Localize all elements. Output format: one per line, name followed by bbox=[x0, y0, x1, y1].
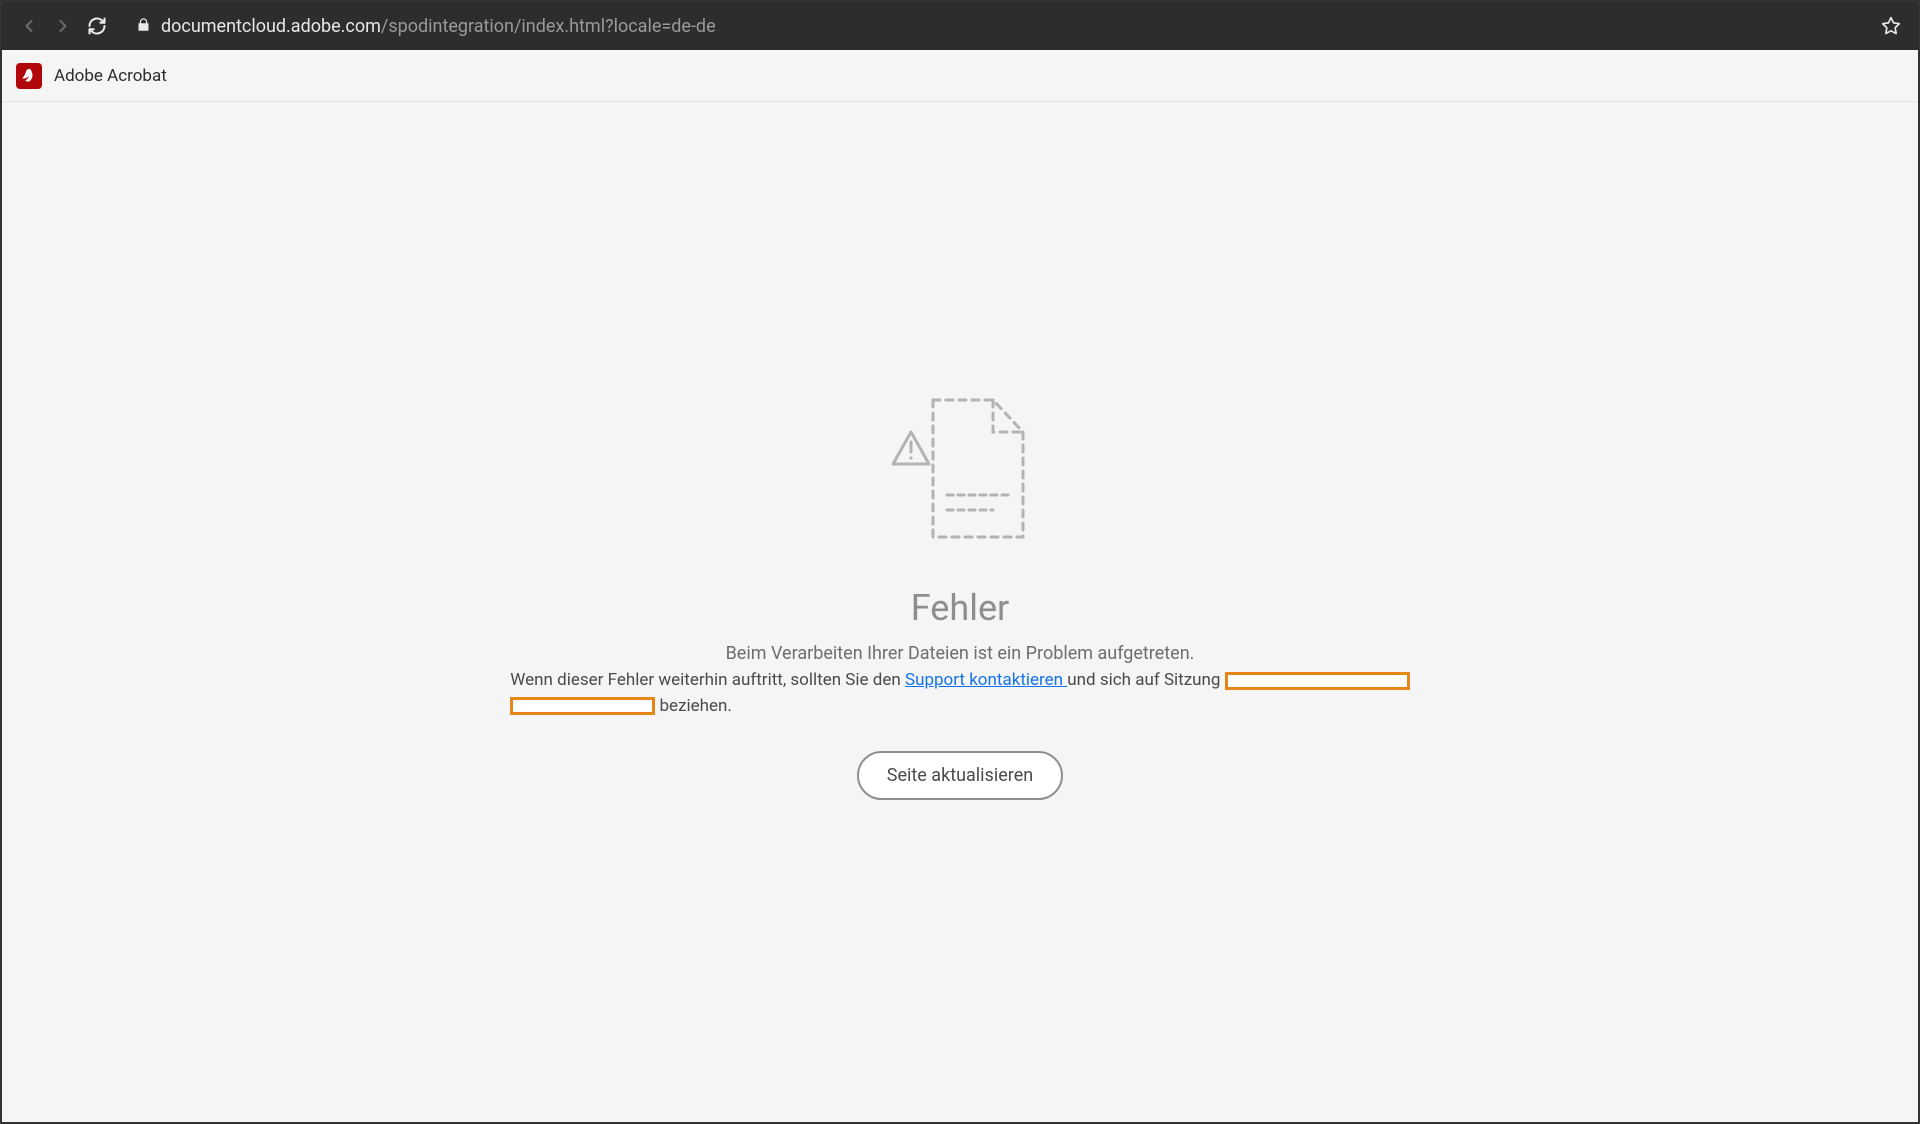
reload-button[interactable] bbox=[86, 15, 108, 37]
refresh-page-button[interactable]: Seite aktualisieren bbox=[857, 751, 1063, 800]
redacted-session-id-1 bbox=[1225, 672, 1410, 690]
error-subtext: Beim Verarbeiten Ihrer Dateien ist ein P… bbox=[726, 643, 1195, 664]
bookmark-star-icon[interactable] bbox=[1880, 15, 1902, 37]
back-button[interactable] bbox=[18, 15, 40, 37]
redacted-session-id-2 bbox=[510, 697, 655, 715]
support-link[interactable]: Support kontaktieren bbox=[905, 670, 1067, 690]
app-header: Adobe Acrobat bbox=[2, 50, 1918, 102]
error-document-icon bbox=[885, 392, 1035, 547]
browser-toolbar: documentcloud.adobe.com/spodintegration/… bbox=[2, 2, 1918, 50]
error-heading: Fehler bbox=[911, 587, 1010, 629]
url-text: documentcloud.adobe.com/spodintegration/… bbox=[161, 16, 716, 37]
adobe-acrobat-logo-icon bbox=[16, 63, 42, 89]
error-content-area: Fehler Beim Verarbeiten Ihrer Dateien is… bbox=[2, 102, 1918, 1122]
lock-icon bbox=[136, 16, 151, 37]
forward-button[interactable] bbox=[52, 15, 74, 37]
error-details: Wenn dieser Fehler weiterhin auftritt, s… bbox=[510, 668, 1409, 719]
url-bar[interactable]: documentcloud.adobe.com/spodintegration/… bbox=[128, 10, 1868, 42]
app-title: Adobe Acrobat bbox=[54, 66, 167, 86]
